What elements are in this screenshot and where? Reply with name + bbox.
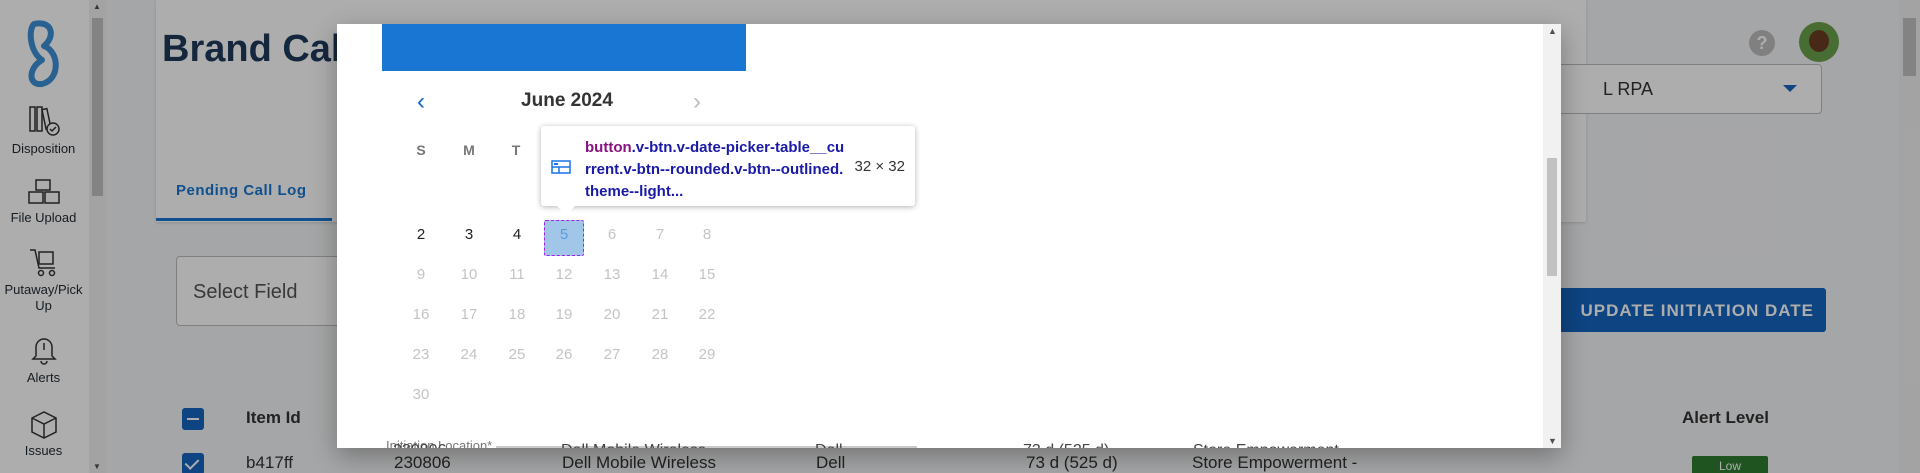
flex-layout-icon (551, 160, 571, 174)
scroll-down-arrow-icon[interactable]: ▼ (1548, 436, 1557, 446)
calendar-day[interactable]: 19 (545, 300, 583, 330)
weekday-header: T (511, 142, 521, 158)
month-label[interactable]: June 2024 (507, 90, 627, 112)
calendar-day[interactable]: 14 (641, 260, 679, 290)
calendar-day[interactable]: 21 (641, 300, 679, 330)
calendar-day[interactable]: 2 (402, 220, 440, 250)
dialog-row-col2: 230806 (393, 442, 446, 448)
calendar-day[interactable]: 22 (688, 300, 726, 330)
chevron-right-icon[interactable]: › (693, 88, 701, 116)
calendar-day[interactable]: 4 (498, 220, 536, 250)
calendar-day[interactable]: 12 (545, 260, 583, 290)
date-picker-header (382, 24, 746, 71)
calendar-day[interactable]: 6 (593, 220, 631, 250)
chevron-left-icon[interactable]: ‹ (417, 88, 425, 116)
calendar-day[interactable]: 13 (593, 260, 631, 290)
calendar-day[interactable]: 10 (450, 260, 488, 290)
dialog-row-col5: 73 d (525 d) (1023, 442, 1109, 448)
calendar-day[interactable]: 29 (688, 340, 726, 370)
calendar-day[interactable]: 9 (402, 260, 440, 290)
calendar-day-current[interactable]: 5 (545, 220, 583, 250)
calendar-day[interactable]: 17 (450, 300, 488, 330)
date-picker-dialog: ‹ June 2024 › S M T 2 3 4 5 6 7 8 9 10 11 12 13 14 15… (337, 24, 1561, 448)
calendar-day[interactable]: 18 (498, 300, 536, 330)
calendar-day[interactable]: 11 (498, 260, 536, 290)
calendar-day[interactable]: 23 (402, 340, 440, 370)
dialog-row-col4: Dell (815, 442, 843, 448)
calendar-day[interactable]: 28 (641, 340, 679, 370)
calendar-day[interactable]: 7 (641, 220, 679, 250)
calendar-day[interactable]: 25 (498, 340, 536, 370)
weekday-header: M (463, 142, 475, 158)
devtools-inspector-tooltip: button.v-btn.v-date-picker-table__curren… (541, 126, 915, 215)
calendar-day[interactable]: 16 (402, 300, 440, 330)
tooltip-selector: button.v-btn.v-date-picker-table__curren… (585, 137, 847, 203)
calendar-day[interactable]: 15 (688, 260, 726, 290)
calendar-day[interactable]: 8 (688, 220, 726, 250)
calendar-day[interactable]: 24 (450, 340, 488, 370)
tooltip-size: 32 × 32 (854, 158, 905, 175)
dialog-row-col3: Dell Mobile Wireless (561, 442, 706, 448)
calendar-day[interactable]: 26 (545, 340, 583, 370)
tooltip-tag: button (585, 139, 632, 156)
weekday-header: S (416, 142, 426, 158)
calendar-day[interactable]: 30 (402, 380, 440, 410)
scroll-up-arrow-icon[interactable]: ▲ (1548, 26, 1557, 36)
calendar-day[interactable]: 3 (450, 220, 488, 250)
dialog-row-col6: Store Empowerment - (1193, 442, 1349, 448)
calendar-day[interactable]: 20 (593, 300, 631, 330)
dialog-scrollbar[interactable]: ▲ ▼ (1543, 24, 1561, 448)
calendar-day[interactable]: 27 (593, 340, 631, 370)
dialog-scroll-thumb[interactable] (1547, 158, 1557, 276)
